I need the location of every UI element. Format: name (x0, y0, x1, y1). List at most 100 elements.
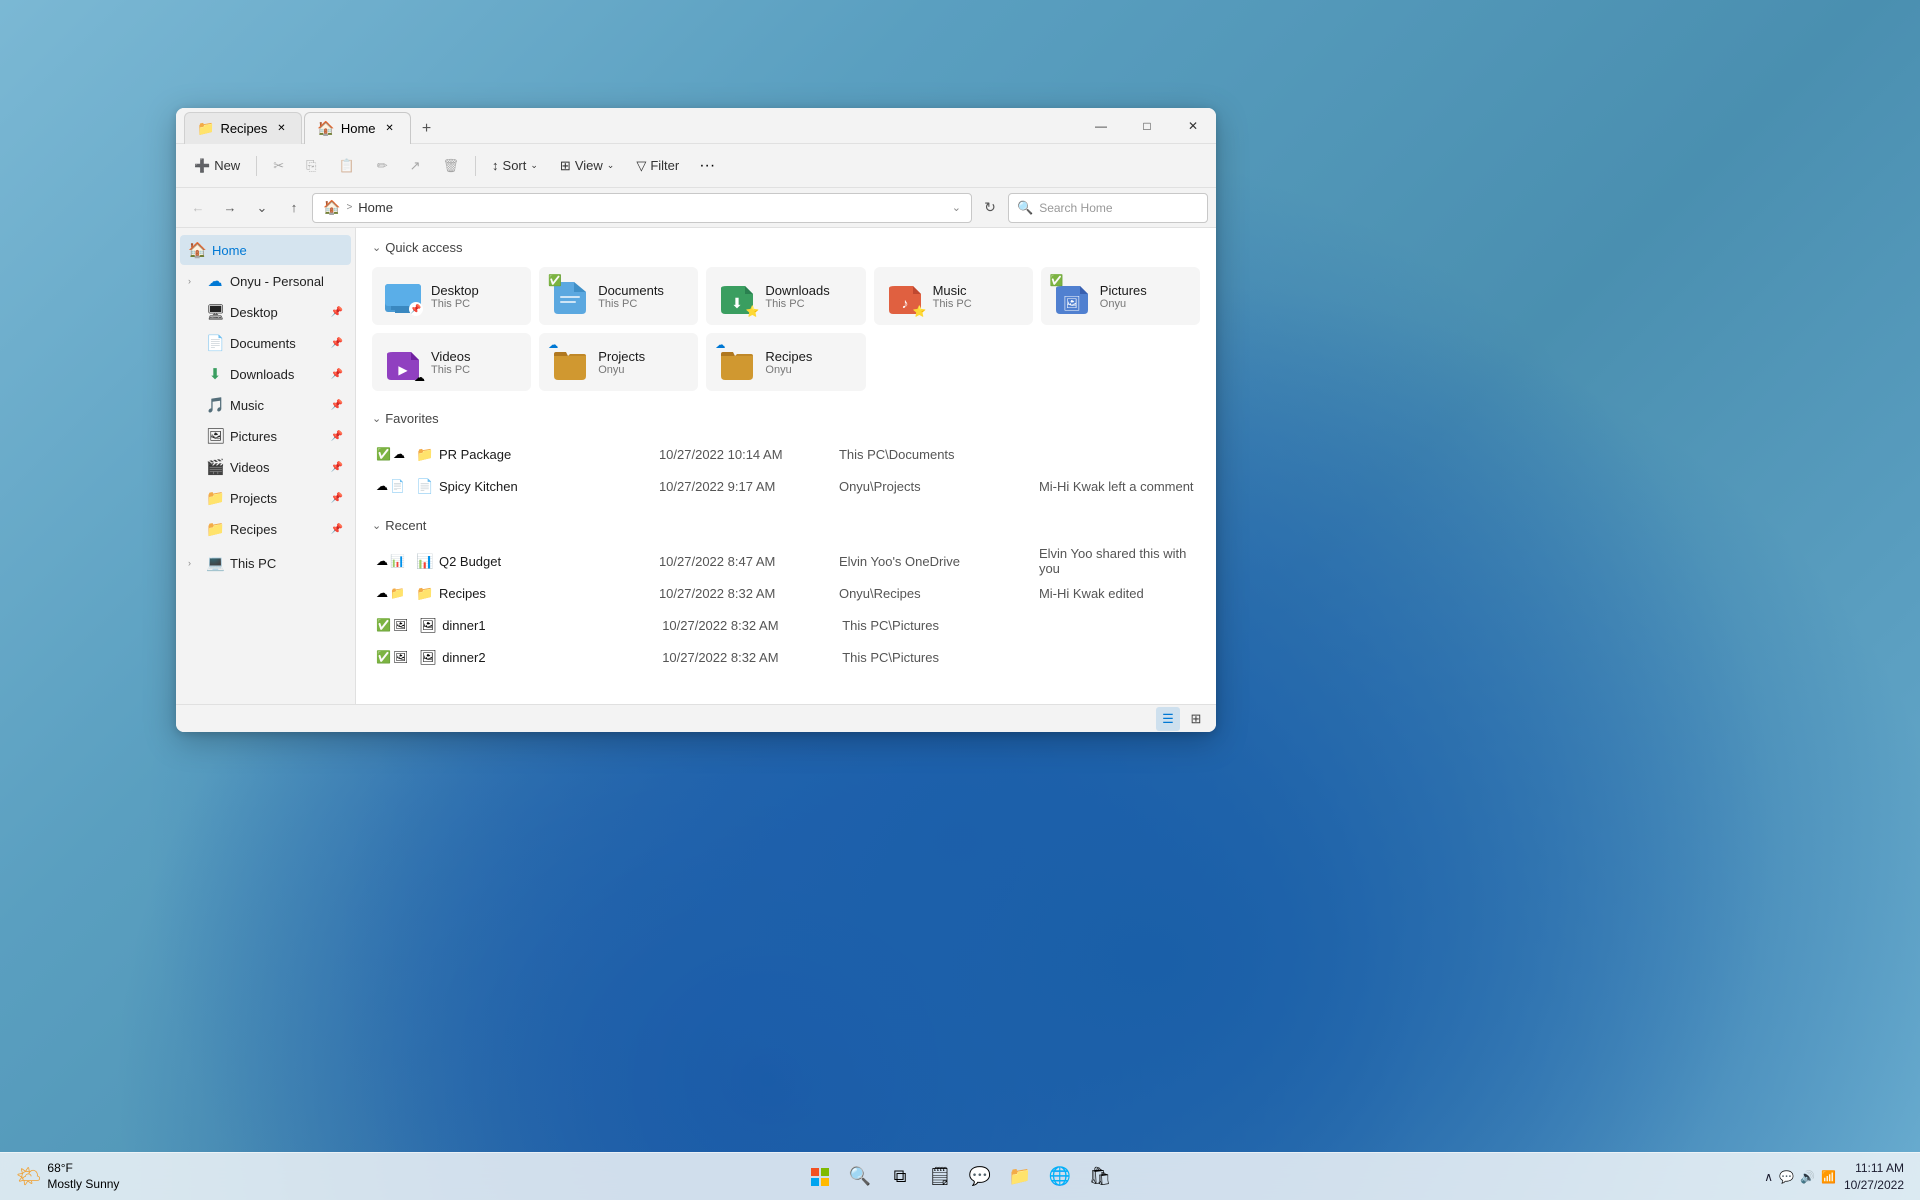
weather-widget[interactable]: 🌤 68°F Mostly Sunny (16, 1161, 119, 1192)
tray-volume-icon[interactable]: 🔊 (1800, 1170, 1815, 1184)
rename-button[interactable]: ✏ (367, 150, 398, 182)
search-taskbar-button[interactable]: 🔍 (842, 1159, 878, 1195)
maximize-button[interactable]: □ (1124, 108, 1170, 143)
new-button[interactable]: ➕ New (184, 150, 250, 182)
list-item-pr-package[interactable]: ✅ ☁ 📁 PR Package 10/27/2022 10:14 AM Thi… (372, 438, 1200, 470)
clock[interactable]: 11:11 AM 10/27/2022 (1844, 1160, 1904, 1194)
back-button[interactable]: ← (184, 194, 212, 222)
explorer-taskbar-button[interactable]: 📁 (1002, 1159, 1038, 1195)
toolbar-divider-1 (256, 156, 257, 176)
sidebar-thispc-label: This PC (230, 556, 276, 571)
folder-icon-wrap-pictures: 🖼 ✅ (1052, 276, 1092, 316)
taskview-button[interactable]: ⧉ (882, 1159, 918, 1195)
tray-message-icon[interactable]: 💬 (1779, 1170, 1794, 1184)
folder-tile-downloads[interactable]: ⬇ ⭐ Downloads This PC (706, 267, 865, 325)
recent-section: ⌄ Recent ☁ 📊 📊 Q2 Budget 10/27/2022 8:47… (372, 518, 1200, 673)
tray-network-icon[interactable]: 📶 (1821, 1170, 1836, 1184)
cut-button[interactable]: ✂ (263, 150, 294, 182)
store-button[interactable]: 🛍 (1082, 1159, 1118, 1195)
sidebar-item-home[interactable]: 🏠 Home (180, 235, 351, 265)
videos-cloud-badge: ☁ (414, 371, 425, 384)
chat-button[interactable]: 💬 (962, 1159, 998, 1195)
tab-recipes[interactable]: 📁 Recipes ✕ (184, 112, 302, 144)
sort-button[interactable]: ↕ Sort ⌄ (482, 150, 548, 182)
paste-button[interactable]: 📋 (329, 150, 365, 182)
folder-tile-desktop[interactable]: 📌 Desktop This PC (372, 267, 531, 325)
folder-sub-desktop: This PC (431, 298, 479, 310)
svg-text:▶: ▶ (398, 363, 408, 377)
filter-icon: ▽ (636, 158, 646, 174)
up-button[interactable]: ↑ (280, 194, 308, 222)
folder-info-downloads: Downloads This PC (765, 283, 829, 310)
tab-recipes-close[interactable]: ✕ (273, 121, 289, 137)
folder-info-music: Music This PC (933, 283, 972, 310)
view-button[interactable]: ⊞ View ⌄ (550, 150, 624, 182)
pr-package-name: PR Package (439, 447, 659, 462)
list-item-dinner1[interactable]: ✅ 🖼 🖼 dinner1 10/27/2022 8:32 AM This PC… (372, 609, 1200, 641)
sidebar-music-label: Music (230, 398, 264, 413)
sidebar-item-desktop[interactable]: 🖥 Desktop 📌 (180, 297, 351, 327)
taskbar: 🌤 68°F Mostly Sunny 🔍 ⧉ 🗒 💬 📁 🌐 🛍 ∧ 💬 (0, 1152, 1920, 1200)
folder-tile-music[interactable]: ♪ ⭐ Music This PC (874, 267, 1033, 325)
add-tab-button[interactable]: + (413, 115, 441, 143)
sidebar-item-music[interactable]: 🎵 Music 📌 (180, 390, 351, 420)
svg-text:🖼: 🖼 (1063, 295, 1081, 311)
sidebar-item-projects[interactable]: 📁 Projects 📌 (180, 483, 351, 513)
more-button[interactable]: ··· (691, 150, 723, 182)
tab-home[interactable]: 🏠 Home ✕ (304, 112, 410, 144)
thispc-expand-icon: › (188, 558, 200, 568)
tray-chevron[interactable]: ∧ (1764, 1170, 1773, 1184)
widgets-button[interactable]: 🗒 (922, 1159, 958, 1195)
recipes-recent-badge-2: 📁 (390, 586, 405, 600)
minimize-button[interactable]: — (1078, 108, 1124, 143)
sort-chevron: ⌄ (530, 160, 538, 171)
list-item-spicy-kitchen[interactable]: ☁ 📄 📄 Spicy Kitchen 10/27/2022 9:17 AM O… (372, 470, 1200, 502)
search-box[interactable]: 🔍 Search Home (1008, 193, 1208, 223)
refresh-button[interactable]: ↻ (976, 194, 1004, 222)
favorites-header[interactable]: ⌄ Favorites (372, 411, 1200, 426)
folder-info-recipes: Recipes Onyu (765, 349, 812, 376)
folder-tile-projects[interactable]: ☁ Projects Onyu (539, 333, 698, 391)
sidebar-item-pictures[interactable]: 🖼 Pictures 📌 (180, 421, 351, 451)
folder-tile-videos[interactable]: ▶ ☁ Videos This PC (372, 333, 531, 391)
start-button[interactable] (802, 1159, 838, 1195)
list-item-q2-budget[interactable]: ☁ 📊 📊 Q2 Budget 10/27/2022 8:47 AM Elvin… (372, 545, 1200, 577)
folder-tile-recipes[interactable]: ☁ Recipes Onyu (706, 333, 865, 391)
recent-header[interactable]: ⌄ Recent (372, 518, 1200, 533)
main-panel: ⌄ Quick access 📌 (356, 228, 1216, 704)
address-dropdown-icon: ⌄ (952, 201, 961, 214)
taskbar-center: 🔍 ⧉ 🗒 💬 📁 🌐 🛍 (802, 1159, 1118, 1195)
sidebar-item-documents[interactable]: 📄 Documents 📌 (180, 328, 351, 358)
sidebar-item-onyu[interactable]: › ☁ Onyu - Personal (180, 266, 351, 296)
tab-home-close[interactable]: ✕ (382, 121, 398, 137)
address-box[interactable]: 🏠 > Home ⌄ (312, 193, 972, 223)
dropdown-button[interactable]: ⌄ (248, 194, 276, 222)
sidebar-item-downloads[interactable]: ⬇ Downloads 📌 (180, 359, 351, 389)
folder-tile-documents[interactable]: ✅ Documents This PC (539, 267, 698, 325)
close-button[interactable]: ✕ (1170, 108, 1216, 143)
favorites-label: Favorites (385, 411, 438, 426)
dinner2-date: 10/27/2022 8:32 AM (662, 650, 842, 665)
copy-button[interactable]: ⎘ (296, 150, 326, 182)
grid-view-button[interactable]: ⊞ (1184, 707, 1208, 731)
sidebar-item-videos[interactable]: 🎬 Videos 📌 (180, 452, 351, 482)
list-item-dinner2[interactable]: ✅ 🖼 🖼 dinner2 10/27/2022 8:32 AM This PC… (372, 641, 1200, 673)
pictures-folder-icon: 🖼 (206, 427, 224, 445)
folder-tile-pictures[interactable]: 🖼 ✅ Pictures Onyu (1041, 267, 1200, 325)
thispc-icon: 💻 (206, 554, 224, 572)
recipes-recent-badges: ☁ 📁 (376, 586, 405, 600)
search-placeholder: Search Home (1039, 201, 1112, 215)
edge-button[interactable]: 🌐 (1042, 1159, 1078, 1195)
list-view-button[interactable]: ☰ (1156, 707, 1180, 731)
sidebar-item-recipes[interactable]: 📁 Recipes 📌 (180, 514, 351, 544)
share-button[interactable]: ↗ (400, 150, 431, 182)
sidebar-item-thispc[interactable]: › 💻 This PC (180, 548, 351, 578)
pin-icon-proj: 📌 (331, 493, 343, 504)
filter-button[interactable]: ▽ Filter (626, 150, 689, 182)
filter-label: Filter (650, 158, 679, 173)
quick-access-header[interactable]: ⌄ Quick access (372, 240, 1200, 255)
forward-button[interactable]: → (216, 194, 244, 222)
delete-button[interactable]: 🗑 (433, 150, 470, 182)
list-item-recipes-recent[interactable]: ☁ 📁 📁 Recipes 10/27/2022 8:32 AM Onyu\Re… (372, 577, 1200, 609)
folder-icon-wrap-documents: ✅ (550, 276, 590, 316)
